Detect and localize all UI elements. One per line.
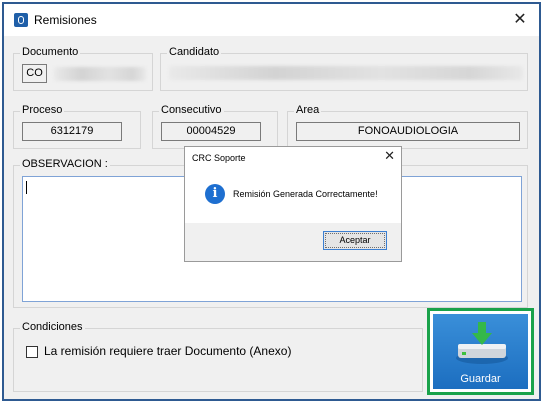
documento-label: Documento (20, 46, 81, 58)
anexo-checkbox-label[interactable]: La remisión requiere traer Documento (An… (44, 344, 291, 358)
accept-button[interactable]: Aceptar (323, 231, 387, 250)
dialog-message: Remisión Generada Correctamente! (233, 189, 378, 199)
area-label: Area (294, 104, 322, 116)
document-type-field[interactable]: CO (22, 64, 47, 83)
dialog-footer: Aceptar (185, 223, 401, 261)
consecutivo-label: Consecutivo (159, 104, 224, 116)
condiciones-label: Condiciones (20, 321, 85, 333)
documento-group: Documento CO (13, 46, 153, 91)
close-icon[interactable]: ✕ (509, 9, 531, 31)
save-drive-icon (456, 322, 508, 364)
save-button[interactable]: Guardar (427, 308, 534, 395)
title-bar[interactable]: Remisiones ✕ (4, 4, 539, 36)
info-icon: i (205, 184, 225, 204)
consecutivo-group: Consecutivo 00004529 (152, 104, 278, 149)
consecutivo-field[interactable]: 00004529 (161, 122, 261, 141)
dialog-close-icon[interactable]: ✕ (384, 148, 395, 164)
save-button-label: Guardar (460, 373, 501, 385)
anexo-checkbox[interactable] (26, 346, 38, 358)
dialog-title: CRC Soporte (192, 153, 246, 163)
observacion-label: OBSERVACION : (20, 158, 110, 170)
text-caret (26, 181, 27, 194)
message-dialog: CRC Soporte ✕ i Remisión Generada Correc… (184, 146, 402, 262)
proceso-group: Proceso 6312179 (13, 104, 141, 149)
save-button-face: Guardar (433, 314, 528, 389)
document-number-field[interactable] (54, 67, 146, 81)
area-group: Area FONOAUDIOLOGIA (287, 104, 528, 149)
candidato-group: Candidato (160, 46, 528, 91)
condiciones-group: Condiciones La remisión requiere traer D… (13, 321, 423, 392)
proceso-field[interactable]: 6312179 (22, 122, 122, 141)
candidate-name-field[interactable] (169, 66, 523, 80)
candidato-label: Candidato (167, 46, 222, 58)
proceso-label: Proceso (20, 104, 65, 116)
area-field[interactable]: FONOAUDIOLOGIA (296, 122, 520, 141)
window-title: Remisiones (34, 13, 97, 27)
app-icon (14, 13, 28, 27)
